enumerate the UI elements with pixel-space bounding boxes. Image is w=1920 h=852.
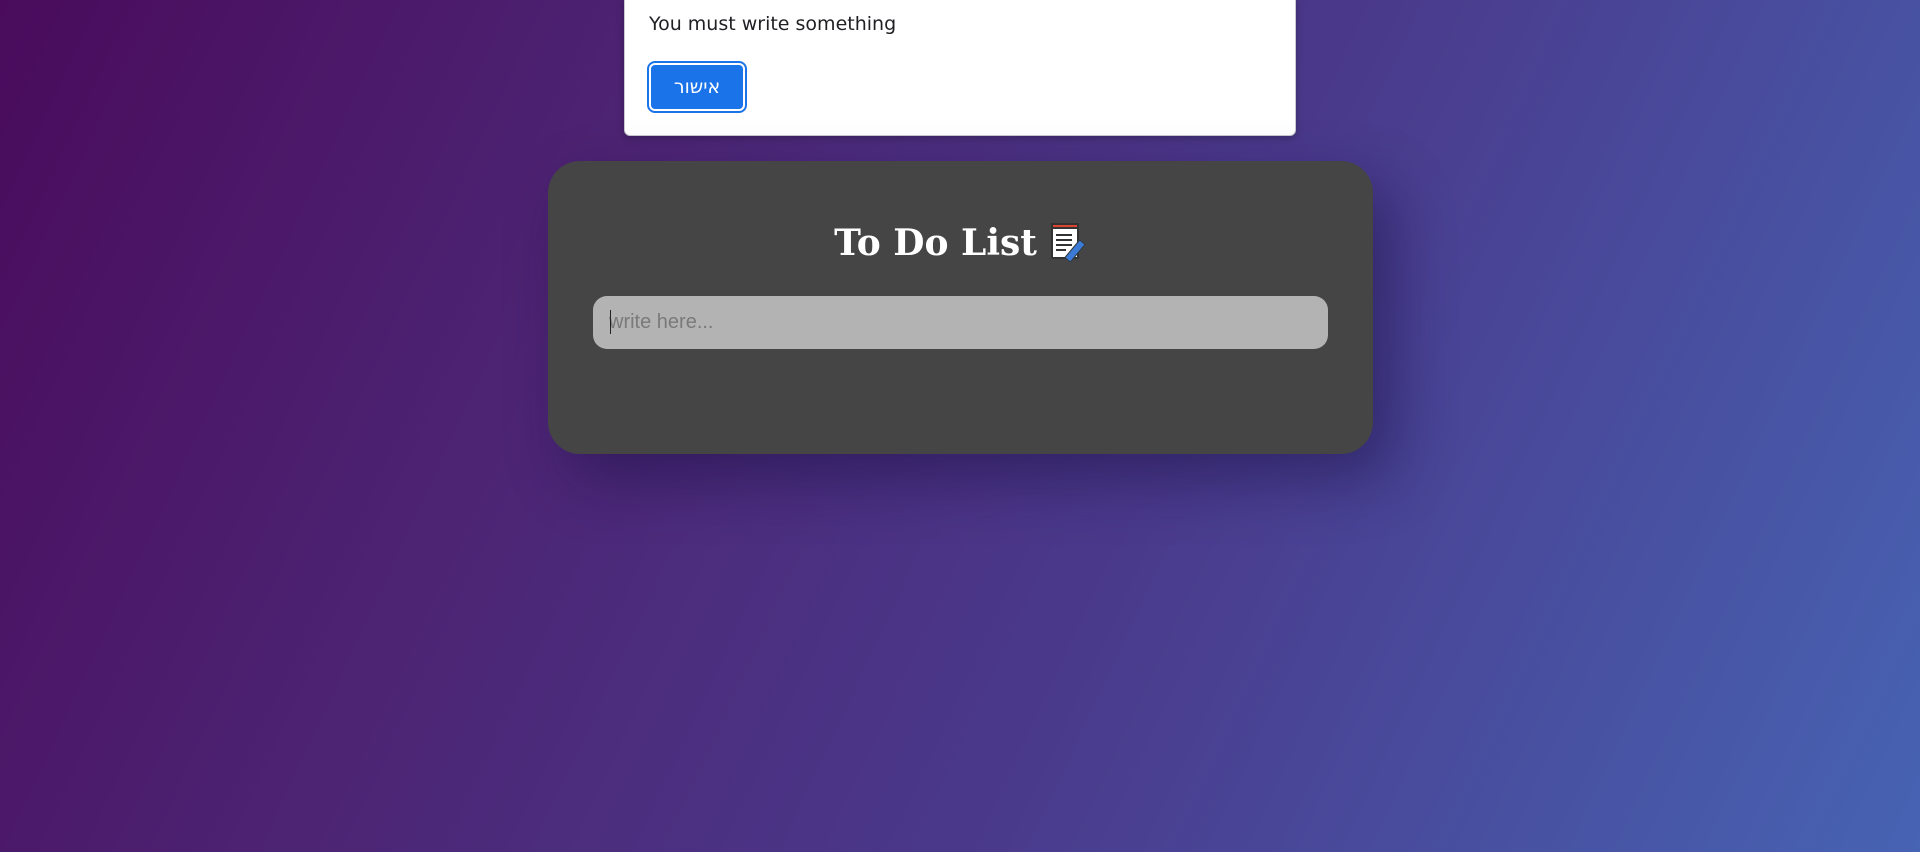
alert-message: You must write something: [649, 13, 897, 35]
notepad-pencil-icon: [1049, 221, 1087, 263]
alert-ok-button[interactable]: אישור: [647, 61, 747, 113]
todo-input[interactable]: [593, 296, 1328, 349]
todo-title: To Do List: [834, 222, 1037, 264]
text-caret: [610, 310, 611, 334]
todo-title-row: To Do List: [548, 221, 1373, 264]
alert-dialog: You must write something אישור: [624, 0, 1296, 136]
todo-card: To Do List: [548, 161, 1373, 454]
